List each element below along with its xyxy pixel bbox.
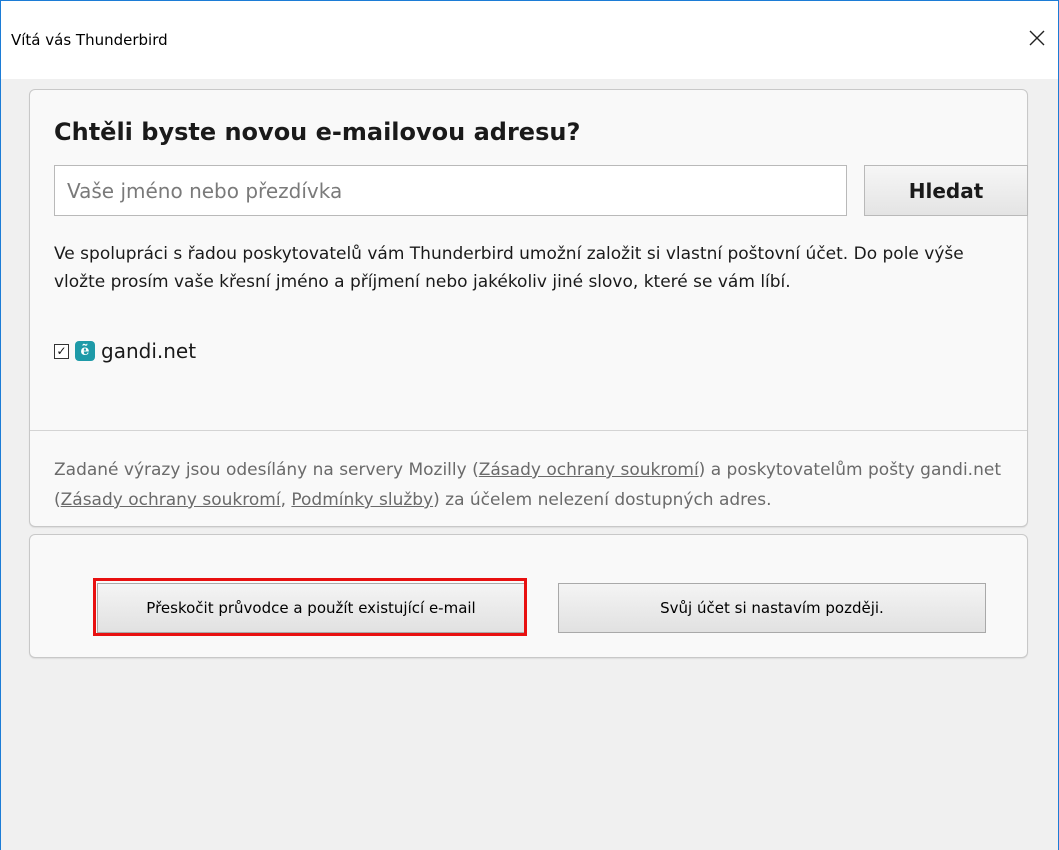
search-button[interactable]: Hledat bbox=[864, 165, 1028, 216]
welcome-window: Vítá vás Thunderbird Chtěli byste novou … bbox=[0, 0, 1059, 850]
gandi-terms-link[interactable]: Podmínky služby bbox=[291, 490, 433, 510]
provider-name: gandi.net bbox=[101, 339, 197, 363]
window-title: Vítá vás Thunderbird bbox=[11, 31, 168, 49]
page-title: Chtěli byste novou e-mailovou adresu? bbox=[54, 118, 581, 146]
divider bbox=[30, 430, 1027, 431]
actions-panel: Přeskočit průvodce a použít existující e… bbox=[29, 534, 1028, 658]
skip-wizard-button[interactable]: Přeskočit průvodce a použít existující e… bbox=[97, 583, 525, 633]
provider-checkbox[interactable]: ✓ bbox=[54, 343, 69, 359]
close-icon bbox=[1029, 30, 1045, 46]
name-search-input[interactable] bbox=[54, 165, 847, 216]
setup-later-button[interactable]: Svůj účet si nastavím později. bbox=[558, 583, 986, 633]
close-button[interactable] bbox=[1022, 23, 1052, 53]
gandi-privacy-link[interactable]: Zásady ochrany soukromí bbox=[61, 490, 281, 510]
check-icon: ✓ bbox=[56, 344, 67, 358]
new-email-panel: Chtěli byste novou e-mailovou adresu? Hl… bbox=[29, 89, 1028, 527]
mozilla-privacy-link[interactable]: Zásady ochrany soukromí bbox=[479, 460, 699, 480]
privacy-notice: Zadané výrazy jsou odesílány na servery … bbox=[54, 460, 1001, 510]
title-bar: Vítá vás Thunderbird bbox=[1, 1, 1058, 79]
description-text: Ve spolupráci s řadou poskytovatelů vám … bbox=[54, 244, 964, 292]
gandi-logo-icon: ẽ bbox=[75, 341, 95, 361]
provider-gandi[interactable]: ✓ ẽ gandi.net bbox=[54, 339, 196, 363]
